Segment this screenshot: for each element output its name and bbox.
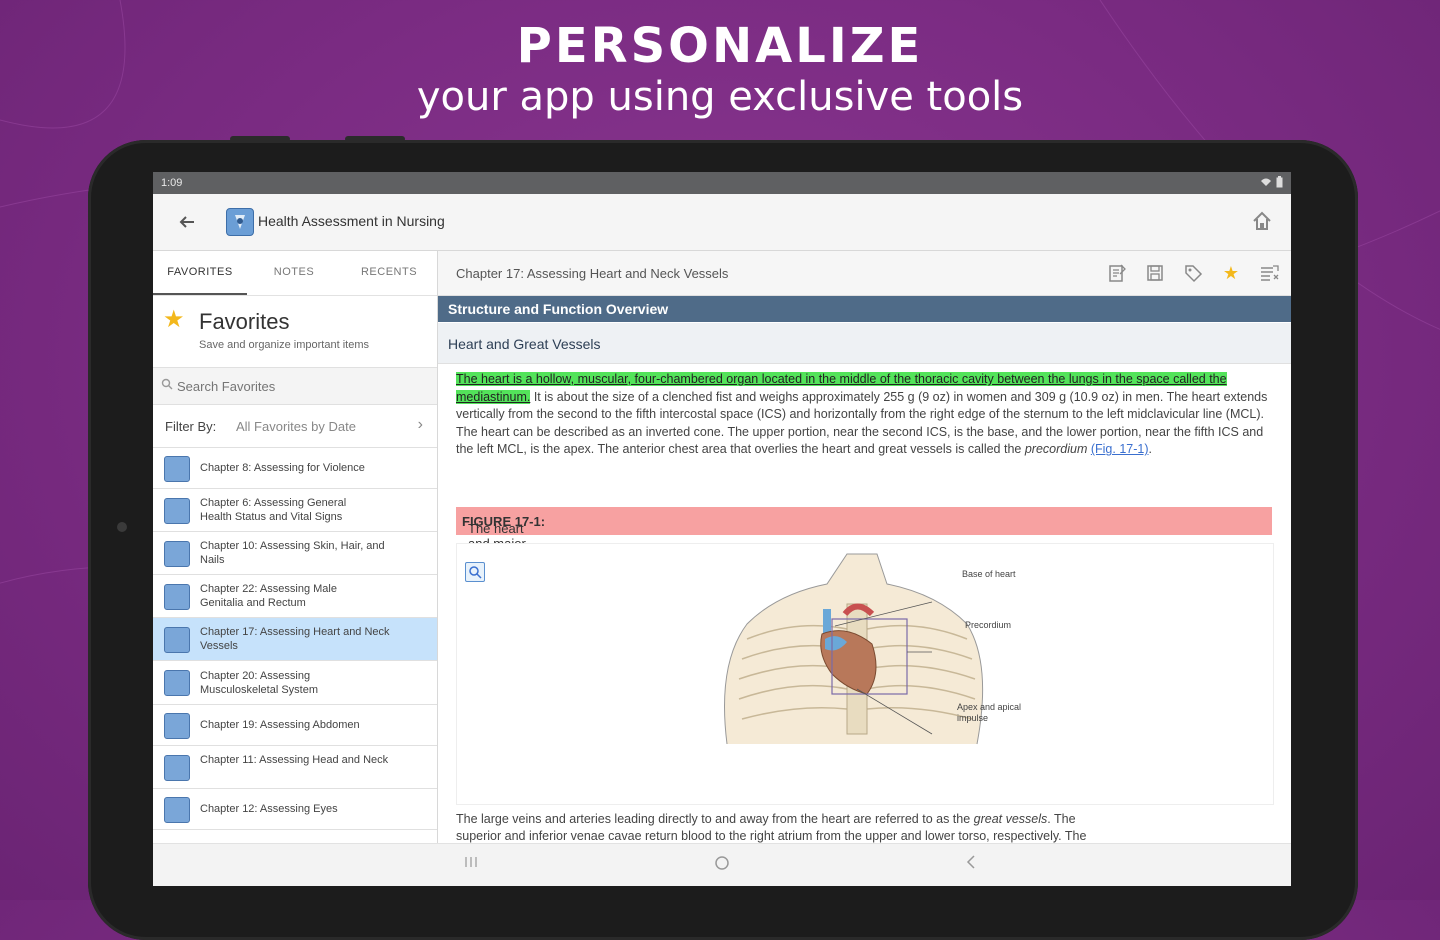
status-icons — [1260, 176, 1283, 188]
search-icon — [161, 378, 173, 393]
status-bar: 1:09 — [153, 172, 1291, 194]
chapter-icon — [164, 541, 190, 567]
list-item[interactable]: Chapter 20: Assessing Musculoskeletal Sy… — [153, 661, 437, 705]
chevron-right-icon: › — [417, 416, 423, 433]
continuation-italic: great vessels — [973, 812, 1048, 826]
section-heading-text: Structure and Function Overview — [448, 301, 669, 317]
section-heading: Structure and Function Overview — [438, 296, 1291, 322]
system-nav-bar — [153, 843, 1291, 886]
list-item-label: Chapter 11: Assessing Head and Neck — [200, 754, 389, 766]
list-item[interactable]: Chapter 11: Assessing Head and Neck — [153, 746, 437, 789]
back-nav-icon[interactable] — [963, 854, 979, 875]
figure-label-apex: Apex and apical impulse — [957, 702, 1022, 723]
chapter-icon — [164, 627, 190, 653]
save-icon[interactable] — [1143, 261, 1167, 285]
favorites-list: Chapter 8: Assessing for Violence Chapte… — [153, 448, 437, 830]
figure-container: Base of heart Precordium Apex and apical… — [456, 543, 1274, 805]
filter-value: All Favorites by Date — [236, 419, 356, 434]
tablet-camera — [117, 522, 127, 532]
app-logo-icon — [226, 208, 254, 236]
home-nav-icon[interactable] — [713, 854, 731, 877]
chapter-icon — [164, 713, 190, 739]
chapter-icon — [164, 670, 190, 696]
list-item-label: Chapter 10: Assessing Skin, Hair, and Na… — [200, 540, 385, 566]
star-icon[interactable]: ★ — [1219, 261, 1243, 285]
list-item[interactable]: Chapter 8: Assessing for Violence — [153, 448, 437, 489]
favorites-title: Favorites — [199, 309, 290, 334]
figure-caption: FIGURE 17-1: The heart and major blood v… — [456, 507, 1272, 656]
italic-term: precordium — [1024, 442, 1088, 457]
chapter-bar: Chapter 17: Assessing Heart and Neck Ves… — [438, 251, 1291, 296]
list-item-label: Chapter 6: Assessing General Health Stat… — [200, 497, 347, 523]
chapter-icon — [164, 797, 190, 823]
home-icon[interactable] — [1249, 208, 1275, 234]
list-item-label: Chapter 19: Assessing Abdomen — [200, 719, 360, 731]
subsection-heading: Heart and Great Vessels — [438, 323, 1291, 364]
filter-row[interactable]: Filter By: All Favorites by Date › — [153, 405, 437, 448]
search-input[interactable] — [177, 374, 427, 398]
app-bar: Health Assessment in Nursing — [153, 194, 1291, 251]
list-item-selected[interactable]: Chapter 17: Assessing Heart and Neck Ves… — [153, 618, 437, 661]
app-title: Health Assessment in Nursing — [258, 213, 445, 229]
notes-icon[interactable] — [1105, 261, 1129, 285]
favorites-header: ★ Favorites Save and organize important … — [153, 295, 437, 368]
zoom-image-icon[interactable] — [465, 562, 485, 582]
list-item[interactable]: Chapter 12: Assessing Eyes — [153, 789, 437, 830]
continuation-text-b: . The — [1047, 812, 1076, 826]
tab-notes[interactable]: NOTES — [247, 251, 341, 293]
continuation-paragraph: The large veins and arteries leading dir… — [456, 811, 1276, 843]
figure-label-precordium: Precordium — [965, 620, 1012, 630]
recents-nav-icon[interactable] — [463, 854, 479, 875]
app-screen: 1:09 Health Assessment in Nursing FAVORI… — [153, 172, 1291, 886]
continuation-text-a: The large veins and arteries leading dir… — [456, 812, 974, 826]
promo-title: PERSONALIZE — [516, 18, 924, 74]
chapter-title: Chapter 17: Assessing Heart and Neck Ves… — [456, 266, 729, 281]
list-item-label: Chapter 12: Assessing Eyes — [200, 803, 338, 815]
figure-link[interactable]: (Fig. 17-1) — [1091, 442, 1149, 456]
list-icon[interactable] — [1257, 261, 1281, 285]
list-item[interactable]: Chapter 6: Assessing General Health Stat… — [153, 489, 437, 532]
figure-label-base: Base of heart — [962, 569, 1016, 579]
list-item-label: Chapter 17: Assessing Heart and Neck Ves… — [200, 626, 390, 652]
status-time: 1:09 — [161, 177, 183, 189]
back-arrow-icon[interactable] — [175, 210, 199, 234]
chapter-icon — [164, 755, 190, 781]
toolbar: ★ — [1105, 261, 1281, 285]
tag-icon[interactable] — [1181, 261, 1205, 285]
chapter-icon — [164, 456, 190, 482]
tab-bar: FAVORITES NOTES RECENTS — [153, 251, 437, 296]
paragraph-end: . — [1148, 442, 1152, 457]
body-paragraph: The heart is a hollow, muscular, four-ch… — [456, 371, 1276, 459]
subsection-heading-text: Heart and Great Vessels — [448, 336, 601, 352]
tab-favorites[interactable]: FAVORITES — [153, 251, 247, 295]
battery-icon — [1276, 176, 1283, 188]
chapter-icon — [164, 498, 190, 524]
favorites-description: Save and organize important items — [199, 339, 369, 351]
star-icon: ★ — [163, 306, 185, 333]
wifi-icon — [1261, 178, 1271, 186]
continuation-line2: superior and inferior venae cavae return… — [456, 829, 1087, 843]
tab-recents[interactable]: RECENTS — [341, 251, 437, 293]
search-bar — [153, 368, 437, 405]
list-item[interactable]: Chapter 10: Assessing Skin, Hair, and Na… — [153, 532, 437, 575]
list-item[interactable]: Chapter 19: Assessing Abdomen — [153, 705, 437, 746]
promo-subtitle: your app using exclusive tools — [416, 74, 1024, 120]
list-item-label: Chapter 20: Assessing Musculoskeletal Sy… — [200, 670, 318, 696]
filter-label: Filter By: — [165, 419, 217, 434]
favorites-pane: FAVORITES NOTES RECENTS ★ Favorites Save… — [153, 251, 438, 843]
list-item-label: Chapter 22: Assessing Male Genitalia and… — [200, 583, 337, 609]
list-item-label: Chapter 8: Assessing for Violence — [200, 462, 365, 474]
list-item[interactable]: Chapter 22: Assessing Male Genitalia and… — [153, 575, 437, 618]
reader-pane: Chapter 17: Assessing Heart and Neck Ves… — [438, 251, 1291, 843]
chapter-icon — [164, 584, 190, 610]
